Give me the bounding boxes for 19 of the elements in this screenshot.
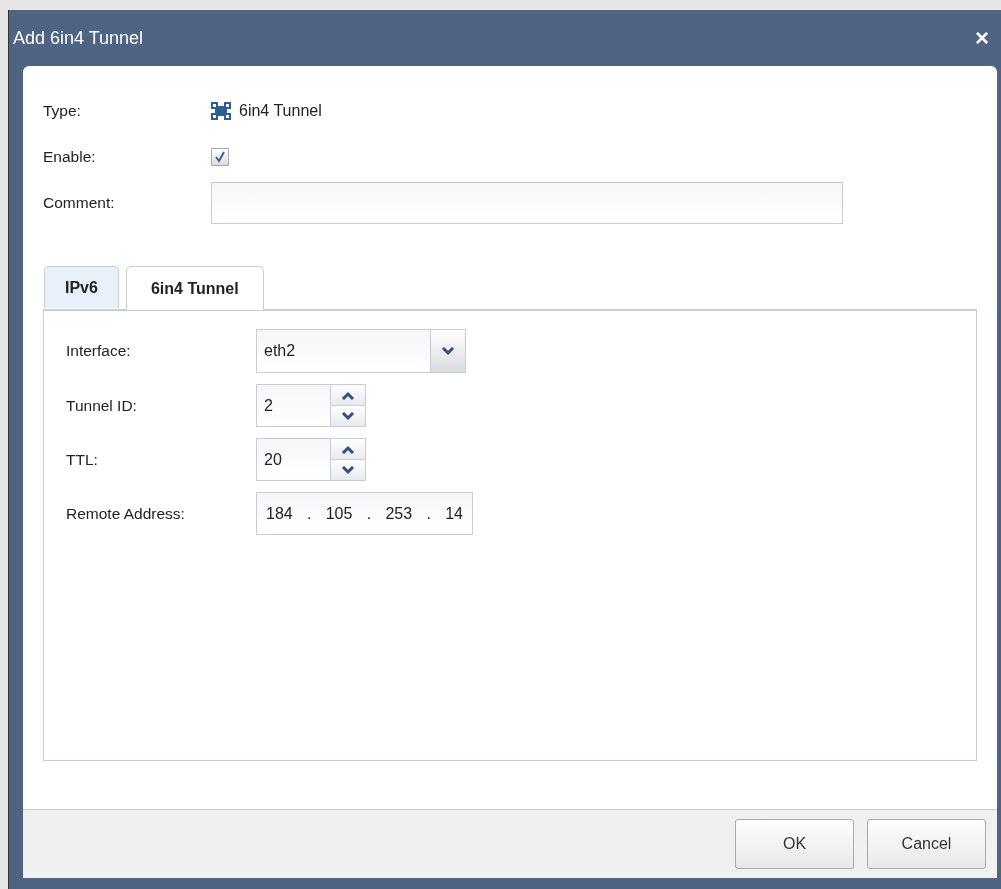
tab[interactable]: 6in4 Tunnel (125, 266, 264, 310)
comment-field[interactable] (211, 182, 843, 224)
enable-checkbox[interactable] (211, 148, 229, 166)
field-label: Tunnel ID: (66, 396, 138, 415)
field-label: Enable: (43, 148, 97, 166)
field-label: Remote Address: (66, 504, 186, 523)
ip-address-field[interactable]: 184 . 105 . 253 . 14 (256, 492, 473, 535)
field-label: Interface: (66, 342, 132, 360)
field-label: Comment: (43, 194, 116, 212)
close-button[interactable]: × (975, 26, 989, 50)
tab[interactable]: IPv6 (44, 266, 119, 308)
interface-dropdown[interactable]: eth2 (256, 329, 466, 373)
window-title: Add 6in4 Tunnel (13, 27, 144, 49)
dialog-button[interactable]: Cancel (867, 819, 986, 869)
field-label: Type: (43, 102, 82, 120)
field-label: TTL: (66, 450, 99, 469)
dialog-button[interactable]: OK (735, 819, 854, 869)
tunnel-icon (211, 102, 231, 120)
type-value: 6in4 Tunnel (239, 102, 322, 120)
